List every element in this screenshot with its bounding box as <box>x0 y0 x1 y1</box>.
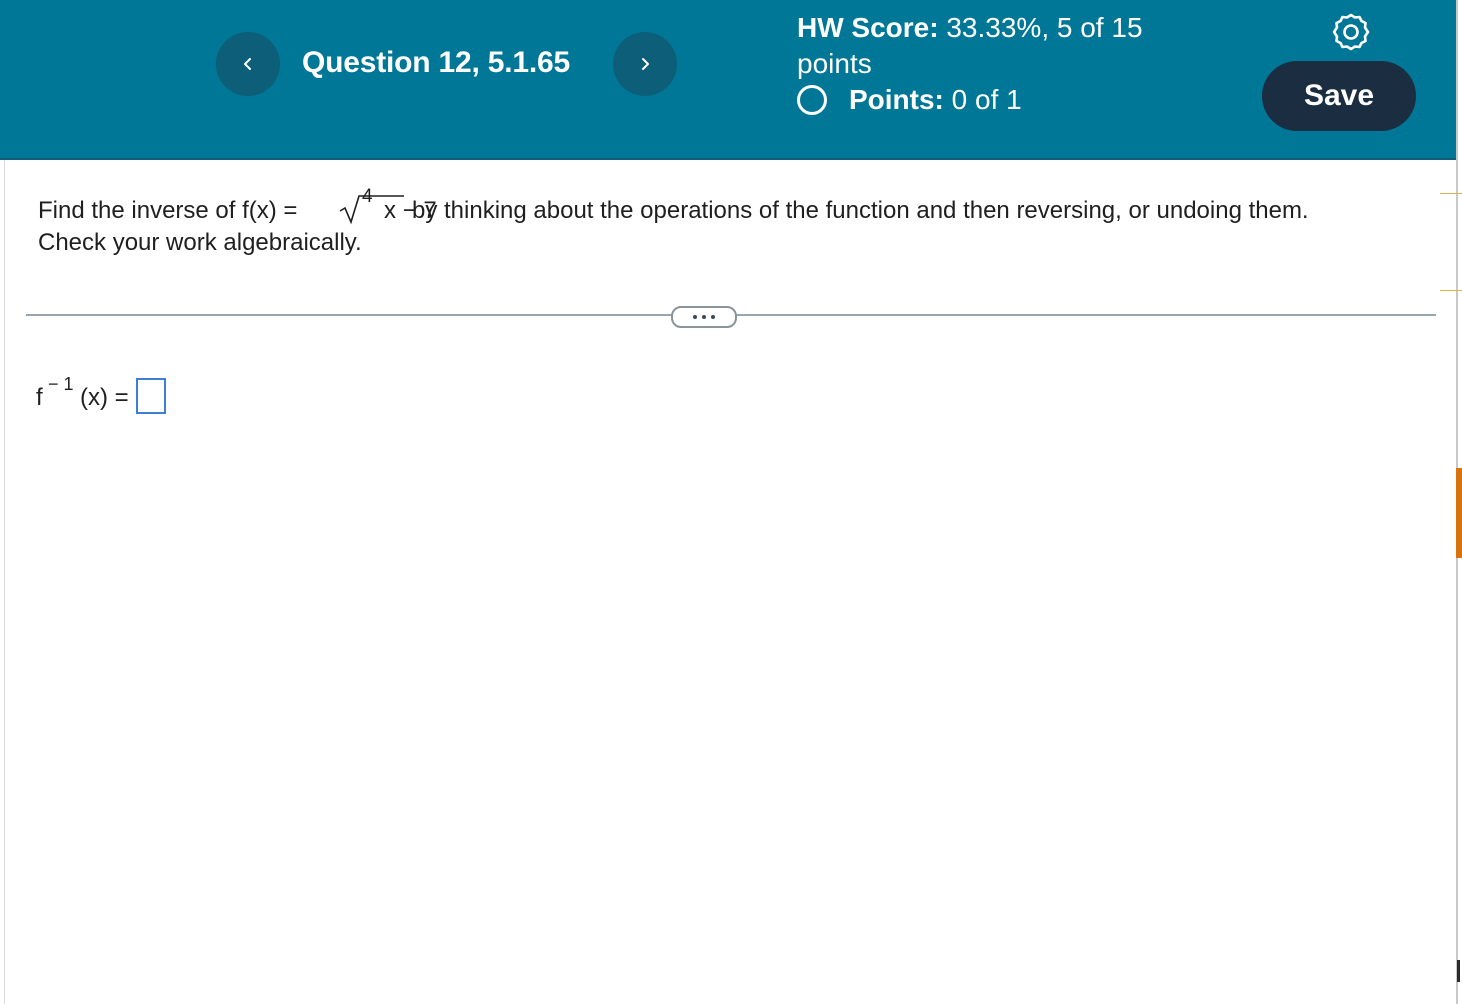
answer-function-name: f <box>36 384 43 411</box>
answer-input[interactable] <box>136 378 166 414</box>
prompt-rest: by thinking about the operations of the … <box>412 197 1309 224</box>
hw-score-unit: points <box>797 48 872 79</box>
dot-icon <box>702 315 706 319</box>
previous-question-button[interactable] <box>216 32 280 96</box>
radical-index: 4 <box>362 186 373 207</box>
hw-score: HW Score: 33.33%, 5 of 15 points <box>797 10 1143 82</box>
question-title: Question 12, 5.1.65 <box>302 46 570 79</box>
question-prompt: Find the inverse of f(x) = 4 x − 7 by th… <box>38 186 1438 260</box>
chevron-left-icon <box>244 58 251 70</box>
chevron-right-icon <box>642 58 649 70</box>
side-marker-line <box>1440 193 1462 194</box>
side-panel-tab[interactable] <box>1456 468 1462 558</box>
header-bar: Question 12, 5.1.65 HW Score: 33.33%, 5 … <box>0 0 1456 160</box>
more-options-button[interactable] <box>671 306 737 328</box>
dot-icon <box>693 315 697 319</box>
answer-argument: (x) = <box>80 384 129 411</box>
points-status: Points: 0 of 1 <box>797 84 1022 116</box>
points-value: 0 of 1 <box>951 84 1022 115</box>
next-question-button[interactable] <box>613 32 677 96</box>
save-button[interactable]: Save <box>1262 61 1416 131</box>
hw-score-label: HW Score: <box>797 12 939 43</box>
prompt-intro: Find the inverse of f(x) = <box>38 197 298 224</box>
hw-score-value: 33.33%, 5 of 15 <box>946 12 1143 43</box>
answer-superscript: − 1 <box>48 374 74 394</box>
left-border <box>4 160 5 1004</box>
prompt-line-2: Check your work algebraically. <box>38 229 362 256</box>
points-status-circle-icon <box>797 85 827 115</box>
side-marker-line <box>1440 290 1462 291</box>
side-marker <box>1457 960 1460 982</box>
points-label: Points: <box>849 84 944 115</box>
dot-icon <box>711 315 715 319</box>
gear-icon[interactable] <box>1331 12 1371 52</box>
